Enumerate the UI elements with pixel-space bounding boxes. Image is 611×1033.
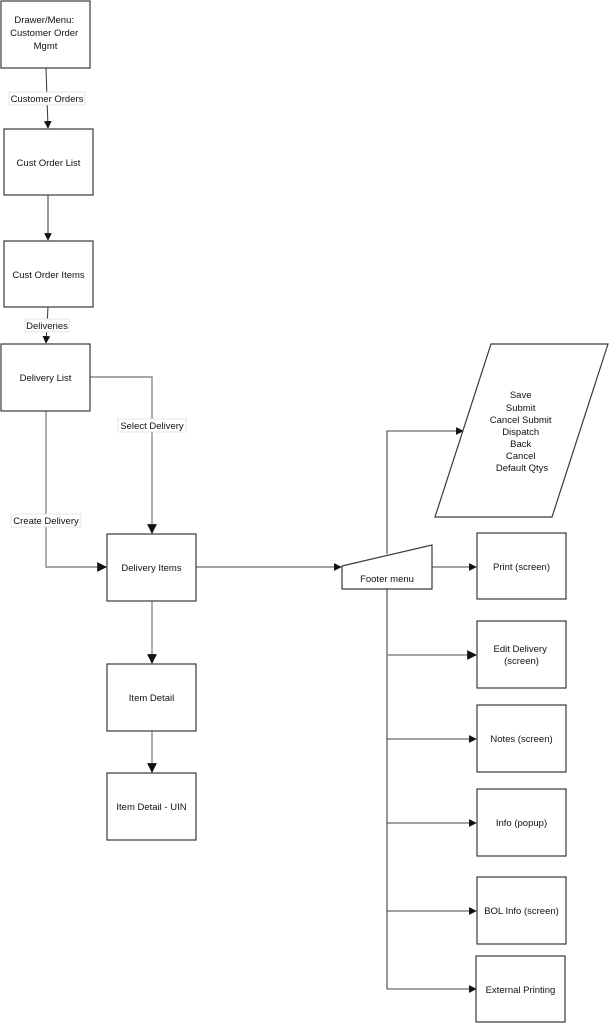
- node-item-detail-label: Item Detail: [129, 693, 174, 704]
- node-external-printing: External Printing: [475, 955, 566, 1023]
- node-info-popup-label: Info (popup): [496, 818, 547, 829]
- edge-label-create-delivery: Create Delivery: [10, 513, 82, 528]
- edge-label-select-delivery: Select Delivery: [117, 418, 187, 433]
- node-footer-menu-label: Footer menu: [360, 574, 414, 585]
- node-print-screen: Print (screen): [476, 532, 567, 600]
- node-external-printing-label: External Printing: [486, 985, 556, 996]
- node-cust-order-items-label: Cust Order Items: [12, 270, 85, 281]
- edge-label-deliveries: Deliveries: [24, 318, 70, 333]
- node-delivery-items: Delivery Items: [106, 533, 197, 602]
- node-item-detail-uin: Item Detail - UIN: [106, 772, 197, 841]
- edges: [42, 67, 477, 993]
- edge-label-deliveries-text: Deliveries: [26, 321, 68, 332]
- edge-label-customer-orders: Customer Orders: [8, 91, 86, 106]
- node-delivery-list-label: Delivery List: [20, 373, 72, 384]
- node-info-popup: Info (popup): [476, 788, 567, 857]
- node-notes-screen: Notes (screen): [476, 704, 567, 773]
- edge-label-customer-orders-text: Customer Orders: [11, 94, 84, 105]
- node-delivery-items-label: Delivery Items: [121, 563, 181, 574]
- node-bol-info: BOL Info (screen): [476, 876, 567, 945]
- flowchart-canvas: Customer Orders Deliveries Select Delive…: [0, 0, 609, 1023]
- node-notes-screen-label: Notes (screen): [490, 734, 552, 745]
- node-edit-delivery: Edit Delivery (screen): [476, 620, 567, 689]
- node-item-detail-uin-label: Item Detail - UIN: [116, 802, 186, 813]
- node-print-screen-label: Print (screen): [493, 562, 550, 573]
- edge-create-delivery: [45, 411, 107, 572]
- edge-label-create-delivery-text: Create Delivery: [13, 516, 79, 527]
- edge-select-delivery: [90, 376, 157, 534]
- node-bol-info-label: BOL Info (screen): [484, 906, 559, 917]
- node-item-detail: Item Detail: [106, 663, 197, 732]
- node-drawer-menu: Drawer/Menu: Customer Order Mgmt: [0, 0, 91, 69]
- node-delivery-list: Delivery List: [0, 343, 91, 412]
- node-cust-order-items: Cust Order Items: [3, 240, 94, 308]
- node-cust-order-list-label: Cust Order List: [17, 158, 81, 169]
- edge-label-select-delivery-text: Select Delivery: [120, 421, 184, 432]
- node-cust-order-list: Cust Order List: [3, 128, 94, 196]
